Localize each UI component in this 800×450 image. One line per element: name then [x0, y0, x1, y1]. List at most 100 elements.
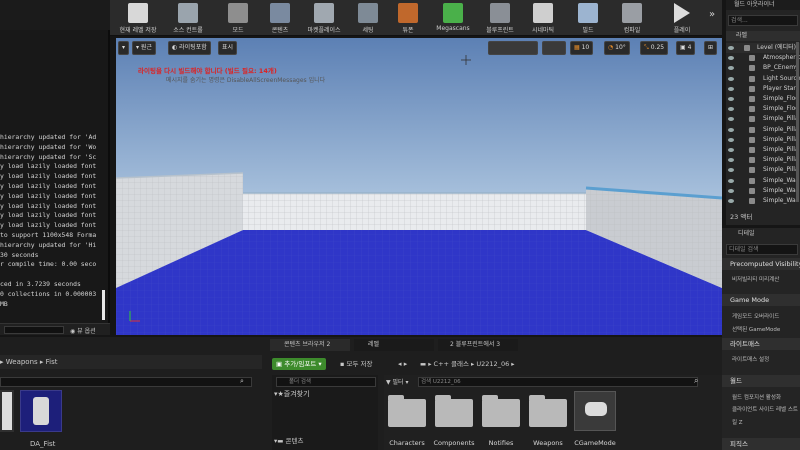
megascans-button[interactable]: Megascans	[430, 0, 476, 36]
camera-speed-button[interactable]: ▣ 4	[676, 41, 696, 55]
outliner-search-input[interactable]: 검색...	[728, 15, 798, 26]
cgamemode-thumb[interactable]	[574, 391, 616, 431]
folder-components-icon[interactable]	[435, 395, 473, 427]
breadcrumb-cpp[interactable]: C++ 클래스	[434, 360, 469, 368]
eye-icon[interactable]	[728, 168, 734, 173]
outliner-row[interactable]: Simple_Pilla	[726, 125, 800, 135]
eye-icon[interactable]	[728, 66, 734, 71]
outliner-tab[interactable]: 월드 아웃라이너	[726, 0, 800, 10]
rotation-snap-toggle[interactable]: ◔ 10°	[604, 41, 630, 55]
eye-icon[interactable]	[728, 137, 734, 142]
section-precomputed-visibility[interactable]: Precomputed Visibility	[722, 258, 800, 270]
folder-notifies-icon[interactable]	[482, 395, 520, 427]
maximize-viewport-button[interactable]: ⊞	[704, 41, 718, 55]
play-button[interactable]: 플레이	[662, 0, 702, 36]
eye-icon[interactable]	[728, 178, 734, 183]
outliner-row[interactable]: Atmospheric	[726, 53, 800, 63]
toolbar-overflow-button[interactable]: »	[704, 0, 720, 36]
outliner-row[interactable]: Simple_Pilla	[726, 165, 800, 175]
eye-icon[interactable]	[728, 148, 734, 152]
eye-icon[interactable]	[728, 127, 734, 132]
content-button[interactable]: 콘텐츠	[262, 0, 298, 36]
surface-snap-button[interactable]	[542, 41, 566, 55]
outliner-row[interactable]: Simple_Wall	[726, 176, 800, 186]
folder-weapons-icon[interactable]	[529, 395, 567, 427]
tab-level[interactable]: 레벨	[354, 339, 434, 351]
eye-icon[interactable]	[728, 86, 734, 91]
outliner-scrollbar[interactable]	[796, 42, 799, 202]
outliner-row[interactable]: Simple_Pilla	[726, 135, 800, 145]
outliner-row[interactable]: Simple_Wall	[726, 196, 800, 206]
outliner-row[interactable]: Light Source	[726, 74, 800, 84]
filter-button[interactable]: ▼ 필터 ▾	[386, 377, 409, 386]
path-weapons[interactable]: Weapons	[6, 358, 38, 366]
outliner-row-label: Player Start	[763, 84, 799, 92]
show-button[interactable]: 표시	[218, 41, 238, 55]
outliner-row[interactable]: Simple_Floo	[726, 94, 800, 104]
tutorial-button[interactable]: 튜폰	[390, 0, 426, 36]
outliner-row[interactable]: Simple_Pilla	[726, 145, 800, 155]
eye-icon[interactable]	[728, 56, 734, 61]
tab-content-browser-2[interactable]: 콘텐츠 브라우저 2	[270, 339, 350, 351]
section-game-mode[interactable]: Game Mode	[722, 294, 800, 306]
left-asset-thumb[interactable]	[0, 390, 14, 432]
asset-search-input[interactable]: 검색 U2212_06	[418, 377, 698, 387]
folder-characters-icon[interactable]	[388, 395, 426, 427]
outliner-row[interactable]: Simple_Wall	[726, 186, 800, 196]
scale-snap-toggle[interactable]: ⤡ 0.25	[640, 41, 669, 55]
outliner-row[interactable]: Simple_Pilla	[726, 114, 800, 124]
da-fist-thumb[interactable]	[20, 390, 62, 432]
outliner-row[interactable]: Level (에디터)	[726, 43, 800, 53]
left-search-input[interactable]	[0, 377, 252, 387]
eye-icon[interactable]	[728, 199, 734, 203]
content-tree-item[interactable]: ▾▬ 콘텐츠	[274, 435, 303, 445]
outliner-column-label[interactable]: 라벨	[726, 31, 800, 41]
log-line: to support 1100x548 Forma	[0, 231, 97, 239]
level-viewport[interactable]: ▾ ▾ 원근 ◐ 라이팅포함 표시 라이팅을 다시 빌드해야 합니다 (빌드 필…	[116, 38, 722, 335]
camera-icon: ▣	[680, 44, 686, 51]
blueprints-button[interactable]: 블루프린트	[478, 0, 522, 36]
tree-search-input[interactable]: 폴더 검색	[276, 377, 376, 387]
favorites-header[interactable]: ▾★즐겨찾기	[274, 389, 310, 399]
compile-button[interactable]: 컴파일	[612, 0, 652, 36]
cinematics-button[interactable]: 시네마틱	[524, 0, 562, 36]
bottom-panel: ▸ Weapons ▸ Fist ⌕ DA_Fist 콘텐츠 브라우저 2 레벨…	[0, 337, 722, 450]
build-button[interactable]: 빌드	[570, 0, 606, 36]
log-scrollbar[interactable]	[102, 290, 105, 320]
outliner-row[interactable]: Player Start	[726, 84, 800, 94]
transform-tools[interactable]	[488, 41, 538, 55]
eye-icon[interactable]	[728, 107, 734, 112]
log-line: hierarchy updated for 'Wo	[0, 142, 97, 151]
save-level-button[interactable]: 현재 레벨 저장	[116, 0, 160, 36]
outliner-row[interactable]: Simple_Pilla	[726, 155, 800, 165]
breadcrumb-u2212[interactable]: U2212_06	[476, 360, 509, 368]
lighting-mode-button[interactable]: ◐ 라이팅포함	[168, 41, 211, 55]
section-physics[interactable]: 피직스	[722, 438, 800, 450]
section-lightmass[interactable]: 라이트매스	[722, 338, 800, 350]
eye-icon[interactable]	[728, 188, 734, 193]
grid-snap-toggle[interactable]: ▦ 10	[570, 41, 594, 55]
modes-button[interactable]: 모드	[216, 0, 260, 36]
viewport-options-button[interactable]: ▾	[118, 41, 130, 55]
details-search-input[interactable]: 디테일 검색	[726, 244, 798, 255]
eye-icon[interactable]	[728, 76, 734, 81]
settings-button[interactable]: 세팅	[350, 0, 386, 36]
tab-blueprint[interactable]: 2 블루프린트에서 3	[438, 339, 518, 351]
marketplace-button[interactable]: 마켓플레이스	[298, 0, 350, 36]
eye-icon[interactable]	[728, 97, 734, 101]
eye-icon[interactable]	[728, 46, 734, 50]
eye-icon[interactable]	[728, 117, 734, 122]
save-all-button[interactable]: ▪ 모두 저장	[340, 358, 372, 370]
outliner-row[interactable]: BP_CEnemy	[726, 63, 800, 73]
eye-icon[interactable]	[728, 158, 734, 163]
source-control-button[interactable]: 소스 컨트롤	[166, 0, 210, 36]
nav-back-forward[interactable]: ◂ ▸	[398, 358, 407, 370]
section-world[interactable]: 월드	[722, 375, 800, 387]
view-options-button[interactable]: ◉ 뷰 옵션	[70, 326, 96, 335]
path-fist[interactable]: Fist	[46, 358, 58, 366]
add-import-button[interactable]: ▣ 추가/임포트 ▾	[272, 358, 326, 370]
outliner-row[interactable]: Simple_Floo	[726, 104, 800, 114]
perspective-button[interactable]: ▾ 원근	[132, 41, 156, 55]
details-tab[interactable]: 디테일	[726, 228, 800, 240]
log-filter-input[interactable]	[4, 326, 64, 334]
